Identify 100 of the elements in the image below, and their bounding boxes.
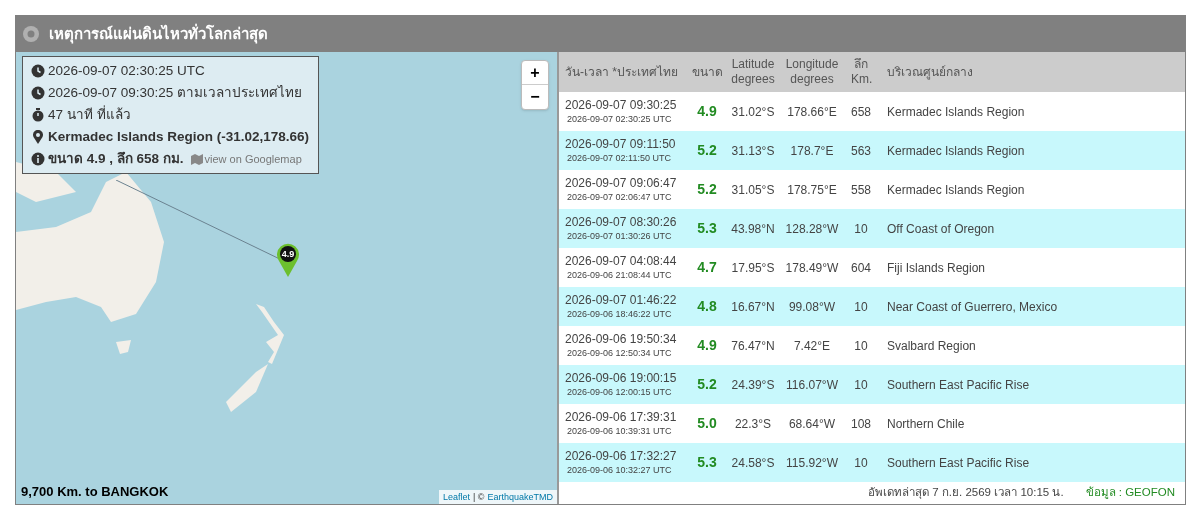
latitude: 43.98°N <box>730 220 776 238</box>
table-row[interactable]: 2026-09-07 09:11:50 2026-09-07 02:11:50 UTC 5.2 31.13°S 178.7°E 563 Kermadec Islands Region <box>559 131 1185 170</box>
longitude: 116.07°W <box>785 376 839 394</box>
info-icon <box>31 152 45 166</box>
local-time: 2026-09-06 17:32:27 <box>565 448 678 463</box>
region: Southern East Pacific Rise <box>886 376 1031 394</box>
region: Off Coast of Oregon <box>886 220 996 238</box>
region: Northern Chile <box>886 415 966 433</box>
magnitude: 4.7 <box>696 258 718 277</box>
utc-time: 2026-09-07 01:30:26 UTC <box>566 229 673 243</box>
data-source-text: ข้อมูล : GEOFON <box>1085 485 1175 501</box>
column-header: Longitude degrees <box>784 57 840 87</box>
utc-time: 2026-09-06 12:00:15 UTC <box>566 385 673 399</box>
region: Southern East Pacific Rise <box>886 454 1031 472</box>
table-row[interactable]: 2026-09-07 08:30:26 2026-09-07 01:30:26 UTC 5.3 43.98°N 128.28°W 10 Off Coast of Oregon <box>559 209 1185 248</box>
longitude: 128.28°W <box>784 220 840 238</box>
panel-title: เหตุการณ์แผ่นดินไหวทั่วโลกล่าสุด <box>49 22 268 46</box>
latitude: 17.95°S <box>730 259 776 277</box>
region: Svalbard Region <box>886 337 977 355</box>
column-header: ลึก Km. <box>850 57 874 87</box>
latitude: 76.47°N <box>730 337 776 355</box>
magnitude: 5.2 <box>696 180 718 199</box>
latitude: 24.39°S <box>730 376 776 394</box>
magnitude: 5.0 <box>696 414 718 433</box>
table-row[interactable]: 2026-09-07 01:46:22 2026-09-06 18:46:22 UTC 4.8 16.67°N 99.08°W 10 Near Coast of Guerrero, Mexico <box>559 287 1185 326</box>
local-time: 2026-09-06 19:50:34 <box>565 331 678 346</box>
depth: 10 <box>853 454 869 472</box>
utc-time: 2026-09-06 18:46:22 UTC <box>566 307 673 321</box>
zoom-out-button[interactable]: − <box>522 85 548 109</box>
local-time: 2026-09-07 09:30:25 <box>565 97 678 112</box>
longitude: 178.75°E <box>786 181 838 199</box>
source-link[interactable]: EarthquakeTMD <box>487 490 553 504</box>
last-updated-text: อัพเดทล่าสุด 7 ก.ย. 2569 เวลา 10:15 น. <box>868 485 1064 501</box>
longitude: 178.7°E <box>789 142 835 160</box>
local-time: 2026-09-07 01:46:22 <box>565 292 678 307</box>
column-header: Latitude degrees <box>730 57 776 87</box>
clock-icon <box>31 64 45 78</box>
map-icon <box>190 153 203 165</box>
local-time: 2026-09-07 09:06:47 <box>565 175 678 190</box>
magnitude: 5.3 <box>696 219 718 238</box>
info-text: ขนาด 4.9 , ลึก 658 กม. <box>48 150 184 168</box>
longitude: 178.49°W <box>784 259 840 277</box>
column-header: ขนาด <box>690 64 724 80</box>
depth: 604 <box>850 259 872 277</box>
utc-time: 2026-09-07 02:11:50 UTC <box>566 151 672 165</box>
region: Near Coast of Guerrero, Mexico <box>886 298 1059 316</box>
region: Kermadec Islands Region <box>886 103 1026 121</box>
latitude: 31.13°S <box>730 142 776 160</box>
region: Kermadec Islands Region <box>886 181 1026 199</box>
leaflet-link[interactable]: Leaflet <box>442 490 470 504</box>
depth: 10 <box>853 337 869 355</box>
info-text: 2026-09-07 09:30:25 ตามเวลาประเทศไทย <box>48 84 303 102</box>
depth: 10 <box>853 376 869 394</box>
zoom-in-button[interactable]: + <box>522 61 548 85</box>
clock-icon <box>31 86 45 100</box>
region: Fiji Islands Region <box>886 259 987 277</box>
utc-time: 2026-09-07 02:30:25 UTC <box>566 112 673 126</box>
column-header: วัน-เวลา *ประเทศไทย <box>564 64 679 80</box>
latitude: 22.3°S <box>733 415 773 433</box>
utc-time: 2026-09-07 02:06:47 UTC <box>566 190 673 204</box>
magnitude: 4.9 <box>696 102 718 121</box>
table-row[interactable]: 2026-09-06 19:00:15 2026-09-06 12:00:15 UTC 5.2 24.39°S 116.07°W 10 Southern East Pacific Rise <box>559 365 1185 404</box>
magnitude: 5.2 <box>696 141 718 160</box>
depth: 10 <box>853 220 869 238</box>
depth: 10 <box>853 298 869 316</box>
info-text: 2026-09-07 02:30:25 UTC <box>48 62 205 80</box>
region: Kermadec Islands Region <box>886 142 1026 160</box>
distance-label: 9,700 Km. to BANGKOK <box>21 482 169 501</box>
local-time: 2026-09-07 08:30:26 <box>565 214 678 229</box>
latitude: 24.58°S <box>730 454 776 472</box>
magnitude: 4.9 <box>696 336 718 355</box>
longitude: 7.42°E <box>792 337 832 355</box>
table-row[interactable]: 2026-09-06 17:32:27 2026-09-06 10:32:27 UTC 5.3 24.58°S 115.92°W 10 Southern East Pacific Rise <box>559 443 1185 482</box>
local-time: 2026-09-07 04:08:44 <box>565 253 678 268</box>
longitude: 68.64°W <box>787 415 837 433</box>
attribution-separator: | © <box>473 491 485 504</box>
depth: 563 <box>850 142 872 160</box>
longitude: 99.08°W <box>787 298 837 316</box>
map-marker[interactable]: 4.9 <box>276 243 300 277</box>
latitude: 31.05°S <box>730 181 776 199</box>
circle-icon <box>23 26 39 42</box>
depth: 108 <box>850 415 872 433</box>
stopwatch-icon <box>31 108 45 122</box>
depth: 558 <box>850 181 872 199</box>
depth: 658 <box>850 103 872 121</box>
info-text: 47 นาที ที่แล้ว <box>48 104 131 124</box>
googlemap-link[interactable]: view on Googlemap <box>190 148 302 170</box>
utc-time: 2026-09-06 12:50:34 UTC <box>566 346 673 360</box>
local-time: 2026-09-06 17:39:31 <box>565 409 678 424</box>
longitude: 178.66°E <box>786 103 838 121</box>
utc-time: 2026-09-06 10:39:31 UTC <box>566 424 673 438</box>
local-time: 2026-09-06 19:00:15 <box>565 370 678 385</box>
magnitude: 5.3 <box>696 453 718 472</box>
latitude: 31.02°S <box>730 103 776 121</box>
info-text: Kermadec Islands Region (-31.02,178.66) <box>48 128 310 146</box>
utc-time: 2026-09-06 10:32:27 UTC <box>566 463 673 477</box>
column-header: บริเวณศูนย์กลาง <box>886 64 974 80</box>
local-time: 2026-09-07 09:11:50 <box>565 136 677 151</box>
magnitude: 5.2 <box>696 375 718 394</box>
map[interactable] <box>16 52 557 504</box>
